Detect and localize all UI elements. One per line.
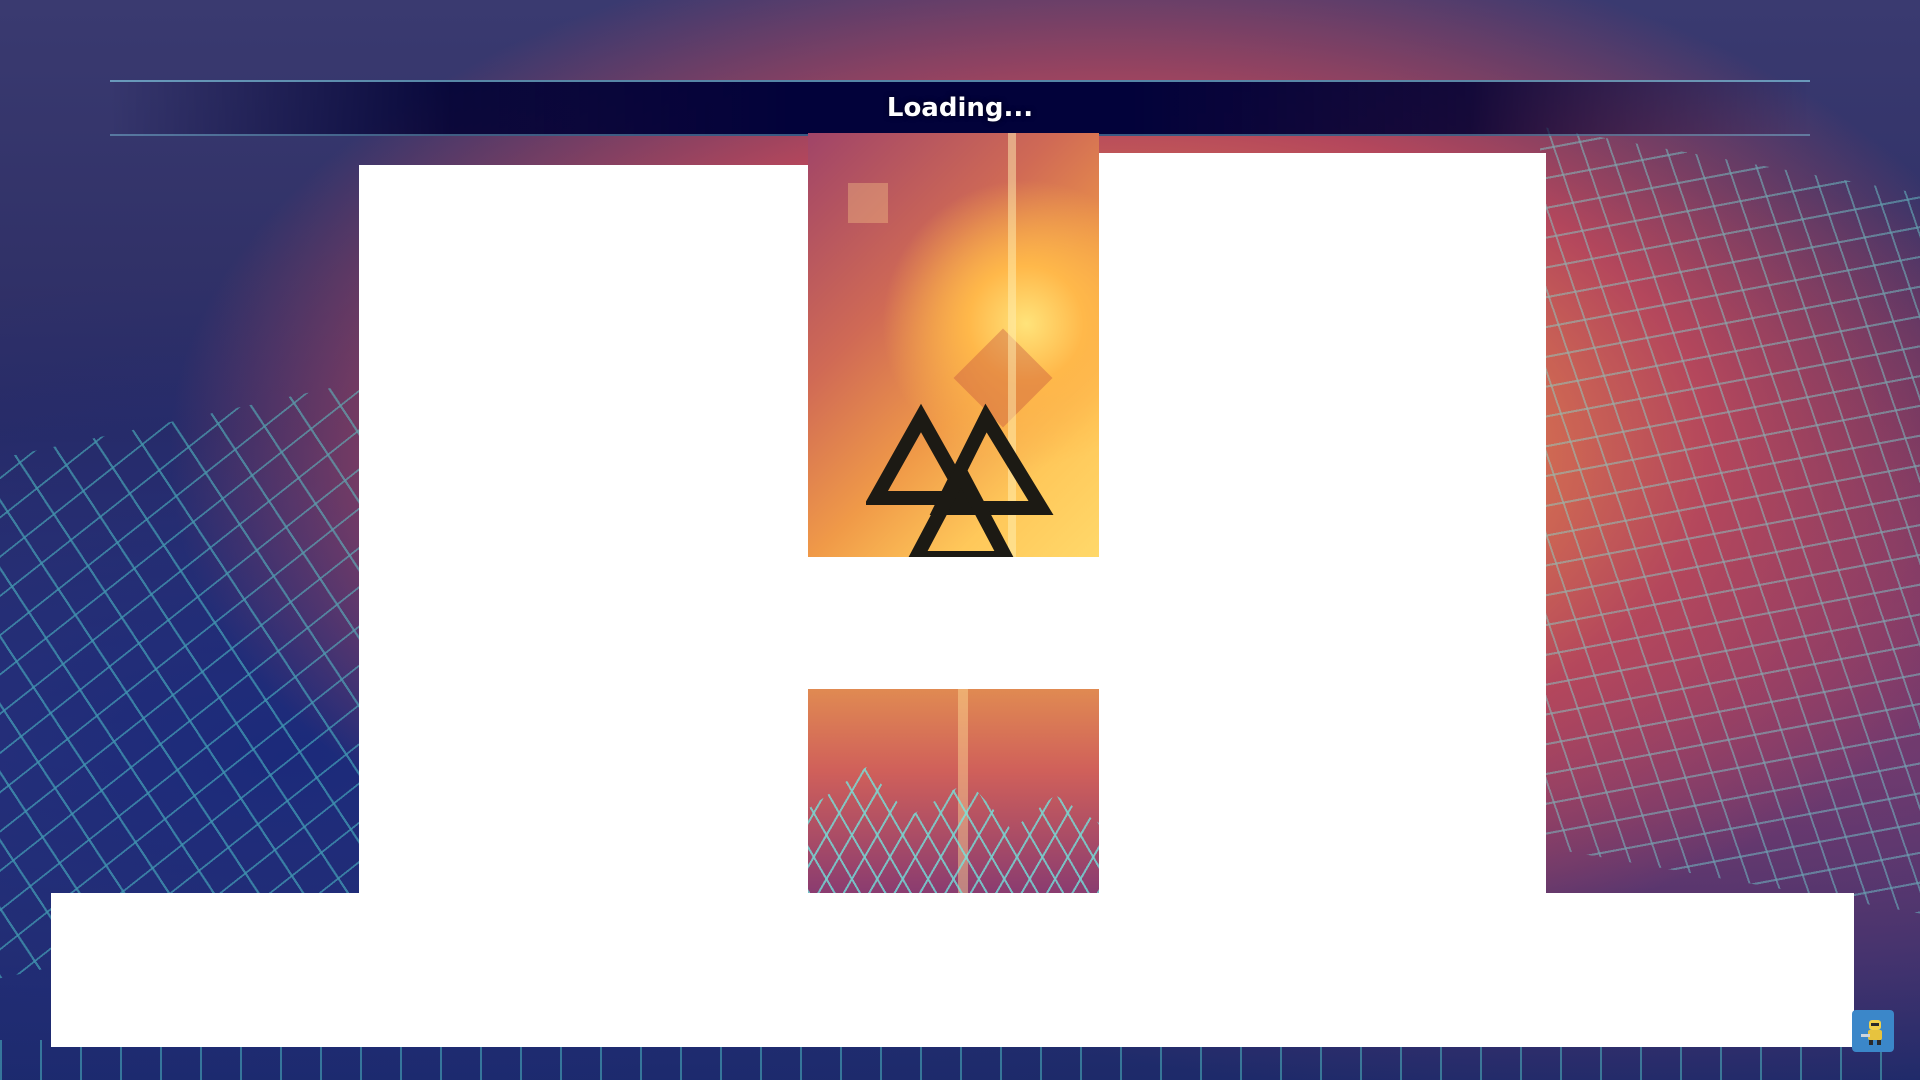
mascot-figure-icon: [1861, 1020, 1882, 1045]
mascot-icon[interactable]: [1852, 1010, 1894, 1052]
triangle-knot-logo-icon: [866, 403, 1054, 557]
blank-panel-right: [1099, 153, 1546, 893]
blank-panel-middle: [808, 557, 1099, 689]
center-art-top: [808, 133, 1099, 557]
blank-panel-bottom: [51, 893, 1854, 1047]
loading-bar: Loading...: [110, 80, 1810, 136]
center-art-bottom: [808, 689, 1099, 893]
blank-panel-left: [359, 165, 808, 893]
loading-text: Loading...: [886, 93, 1034, 123]
wireframe-terrain-right: [1540, 126, 1920, 914]
wireframe-terrain-left: [0, 381, 360, 979]
